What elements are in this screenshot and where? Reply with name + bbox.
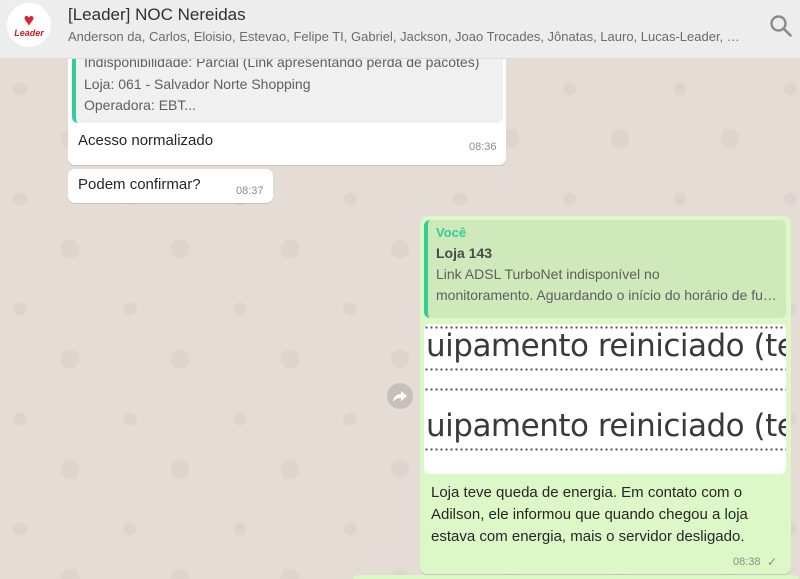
- quoted-message[interactable]: Você Loja 143 Link ADSL TurboNet indispo…: [424, 220, 786, 318]
- outgoing-message[interactable]: Você Loja 143 Link ADSL TurboNet indispo…: [420, 216, 791, 574]
- quote-line: Loja: 061 - Salvador Norte Shopping: [84, 75, 311, 92]
- chat-header[interactable]: ♥ Leader [Leader] NOC Nereidas Anderson …: [0, 0, 800, 59]
- group-participants: Anderson da, Carlos, Eloisio, Estevao, F…: [68, 29, 748, 44]
- image-dotted-line: [424, 388, 786, 391]
- message-time: 08:36: [469, 141, 497, 153]
- group-avatar[interactable]: ♥ Leader: [7, 3, 51, 47]
- heart-logo-icon: ♥: [23, 10, 35, 30]
- message-text-line: Adilson, ele informou que quando chegou …: [431, 506, 748, 523]
- quote-author: Você: [436, 225, 467, 240]
- message-list[interactable]: Indisponibilidade: Parcial (Link apresen…: [0, 59, 800, 579]
- forward-button[interactable]: [387, 383, 413, 409]
- quote-line: monitoramento. Aguardando o início do ho…: [436, 287, 778, 303]
- message-text: Loja teve queda de energia. Em contato c…: [431, 482, 781, 548]
- outgoing-message[interactable]: [352, 575, 800, 579]
- avatar-brand: Leader: [14, 28, 44, 38]
- quote-line: Indisponibilidade: Parcial (Link apresen…: [84, 59, 480, 70]
- message-time: 08:38: [733, 556, 761, 568]
- message-text-line: Loja teve queda de energia. Em contato c…: [431, 484, 743, 501]
- message-text: Podem confirmar?: [78, 176, 201, 193]
- message-text-line: estava com energia, mais o servidor desl…: [431, 528, 745, 545]
- message-time: 08:37: [236, 185, 264, 197]
- group-title[interactable]: [Leader] NOC Nereidas: [68, 5, 246, 25]
- image-dotted-line: [424, 448, 786, 451]
- image-dotted-line: [424, 368, 786, 371]
- message-text: Acesso normalizado: [78, 132, 214, 149]
- sent-check-icon: ✓: [767, 555, 778, 569]
- quoted-message[interactable]: Indisponibilidade: Parcial (Link apresen…: [72, 59, 503, 123]
- message-image[interactable]: uipamento reiniciado (tem uipamento rein…: [424, 324, 786, 474]
- incoming-message[interactable]: Indisponibilidade: Parcial (Link apresen…: [68, 59, 506, 165]
- quote-line: Operadora: EBT...: [84, 97, 197, 113]
- image-text-line: uipamento reiniciado (tem: [426, 408, 786, 444]
- image-text-line: uipamento reiniciado (tem: [426, 328, 786, 364]
- quote-line: Link ADSL TurboNet indisponível no: [436, 266, 660, 282]
- incoming-message[interactable]: Podem confirmar? 08:37: [68, 169, 273, 203]
- search-icon[interactable]: [768, 13, 794, 39]
- forward-icon: [393, 391, 407, 402]
- quote-title: Loja 143: [436, 245, 493, 261]
